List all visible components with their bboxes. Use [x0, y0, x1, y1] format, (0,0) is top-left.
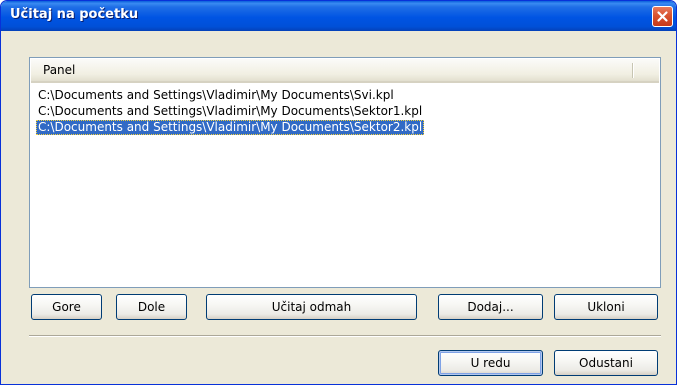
column-separator[interactable] — [632, 63, 633, 78]
load-now-button[interactable]: Učitaj odmah — [206, 294, 417, 320]
add-button[interactable]: Dodaj... — [438, 294, 543, 320]
ok-button[interactable]: U redu — [438, 350, 543, 376]
panel-list[interactable]: Panel C:\Documents and Settings\Vladimir… — [29, 57, 661, 288]
list-item-selected[interactable]: C:\Documents and Settings\Vladimir\My Do… — [36, 120, 425, 135]
remove-button[interactable]: Ukloni — [554, 294, 658, 320]
list-item[interactable]: C:\Documents and Settings\Vladimir\My Do… — [36, 88, 396, 103]
up-button[interactable]: Gore — [31, 294, 102, 320]
title-bar[interactable]: Učitaj na početku — [1, 1, 676, 31]
list-column-header[interactable]: Panel — [31, 59, 659, 83]
divider — [29, 335, 661, 337]
dialog-window: Učitaj na početku Panel C:\Documents and… — [0, 0, 677, 385]
close-icon — [657, 11, 668, 22]
window-title: Učitaj na početku — [10, 7, 139, 22]
list-item[interactable]: C:\Documents and Settings\Vladimir\My Do… — [36, 104, 424, 119]
down-button[interactable]: Dole — [116, 294, 187, 320]
column-header-panel[interactable]: Panel — [43, 63, 75, 77]
cancel-button[interactable]: Odustani — [554, 350, 658, 376]
close-button[interactable] — [652, 6, 673, 27]
